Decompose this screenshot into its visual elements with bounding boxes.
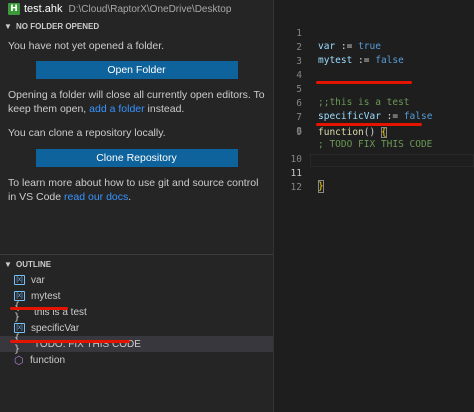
docs-message: To learn more about how to use git and s…: [0, 176, 273, 204]
code-editor[interactable]: 1 var := true 2 mytest := false 3 4 5 ;;…: [274, 0, 474, 412]
code-line-1: 1 var := true: [274, 14, 474, 52]
no-folder-header[interactable]: ▼ NO FOLDER OPENED: [0, 18, 273, 34]
closing-brace: }: [318, 180, 324, 193]
line-number: 12: [290, 182, 302, 193]
outline-panel: ▼ OUTLINE [x] var [x] mytest { } this is…: [0, 254, 273, 368]
annotation-underline: [316, 81, 412, 84]
braces-icon: { }: [14, 333, 21, 355]
function-name: function: [318, 127, 364, 138]
code-line-12: 12: [274, 168, 474, 193]
chevron-down-icon: ▼: [4, 21, 12, 31]
code-line-7: 7: [274, 98, 474, 123]
open-folder-button[interactable]: Open Folder: [35, 61, 238, 79]
outline-label: mytest: [31, 290, 61, 302]
variable-icon: [x]: [14, 275, 25, 285]
outline-item-mytest[interactable]: [x] mytest: [0, 288, 273, 304]
code: function() {: [318, 126, 387, 139]
code-line-6: 6 specificVar := false: [274, 84, 474, 122]
file-name: test.ahk: [24, 3, 63, 15]
code-line-9: 9 function() {: [274, 126, 474, 139]
outline-item-todo[interactable]: { } TODO: FIX THIS CODE: [0, 333, 273, 355]
read-docs-link[interactable]: read our docs: [64, 191, 128, 203]
clone-repository-button[interactable]: Clone Repository: [35, 149, 238, 167]
open-folder-info: Opening a folder will close all currentl…: [0, 88, 273, 116]
function-cube-icon: ⬡: [14, 354, 24, 367]
chevron-down-icon: ▼: [4, 259, 12, 269]
outline-item-specificvar[interactable]: [x] specificVar: [0, 320, 273, 336]
variable-icon: [x]: [14, 291, 25, 301]
clone-message: You can clone a repository locally.: [8, 127, 166, 139]
no-folder-message: You have not yet opened a folder.: [8, 40, 165, 52]
docs-text: To learn more about how to use git and s…: [8, 177, 259, 203]
ahk-file-icon: H: [8, 3, 20, 15]
sidebar: H test.ahk D:\Cloud\RaptorX\OneDrive\Des…: [0, 0, 274, 412]
opening-brace: {: [380, 127, 387, 138]
line-number: 9: [296, 127, 302, 138]
variable-icon: [x]: [14, 323, 25, 333]
outline-label: var: [31, 274, 45, 286]
section-title: NO FOLDER OPENED: [16, 21, 100, 31]
outline-label: function: [30, 354, 66, 366]
file-path: D:\Cloud\RaptorX\OneDrive\Desktop: [68, 3, 232, 15]
code-line-11: 11 }: [274, 154, 474, 193]
info-text-end: instead.: [147, 103, 185, 115]
annotation-underline: [10, 307, 68, 310]
section-title: OUTLINE: [16, 259, 52, 269]
code-line-3: 3: [274, 42, 474, 67]
code-line-10: 10: [274, 140, 474, 165]
braces-icon: { }: [14, 301, 21, 323]
token: (): [363, 127, 381, 138]
outline-header[interactable]: ▼ OUTLINE: [0, 256, 273, 272]
outline-label: specificVar: [31, 322, 80, 334]
outline-item-var[interactable]: [x] var: [0, 272, 273, 288]
annotation-underline: [10, 340, 130, 343]
outline-item-function[interactable]: ⬡ function: [0, 352, 273, 368]
docs-text-end: .: [128, 191, 132, 203]
code-line-4: 4: [274, 56, 474, 81]
add-folder-link[interactable]: add a folder: [89, 103, 144, 115]
open-editor-file[interactable]: H test.ahk D:\Cloud\RaptorX\OneDrive\Des…: [0, 0, 273, 18]
code-line-2: 2 mytest := false: [274, 28, 474, 66]
